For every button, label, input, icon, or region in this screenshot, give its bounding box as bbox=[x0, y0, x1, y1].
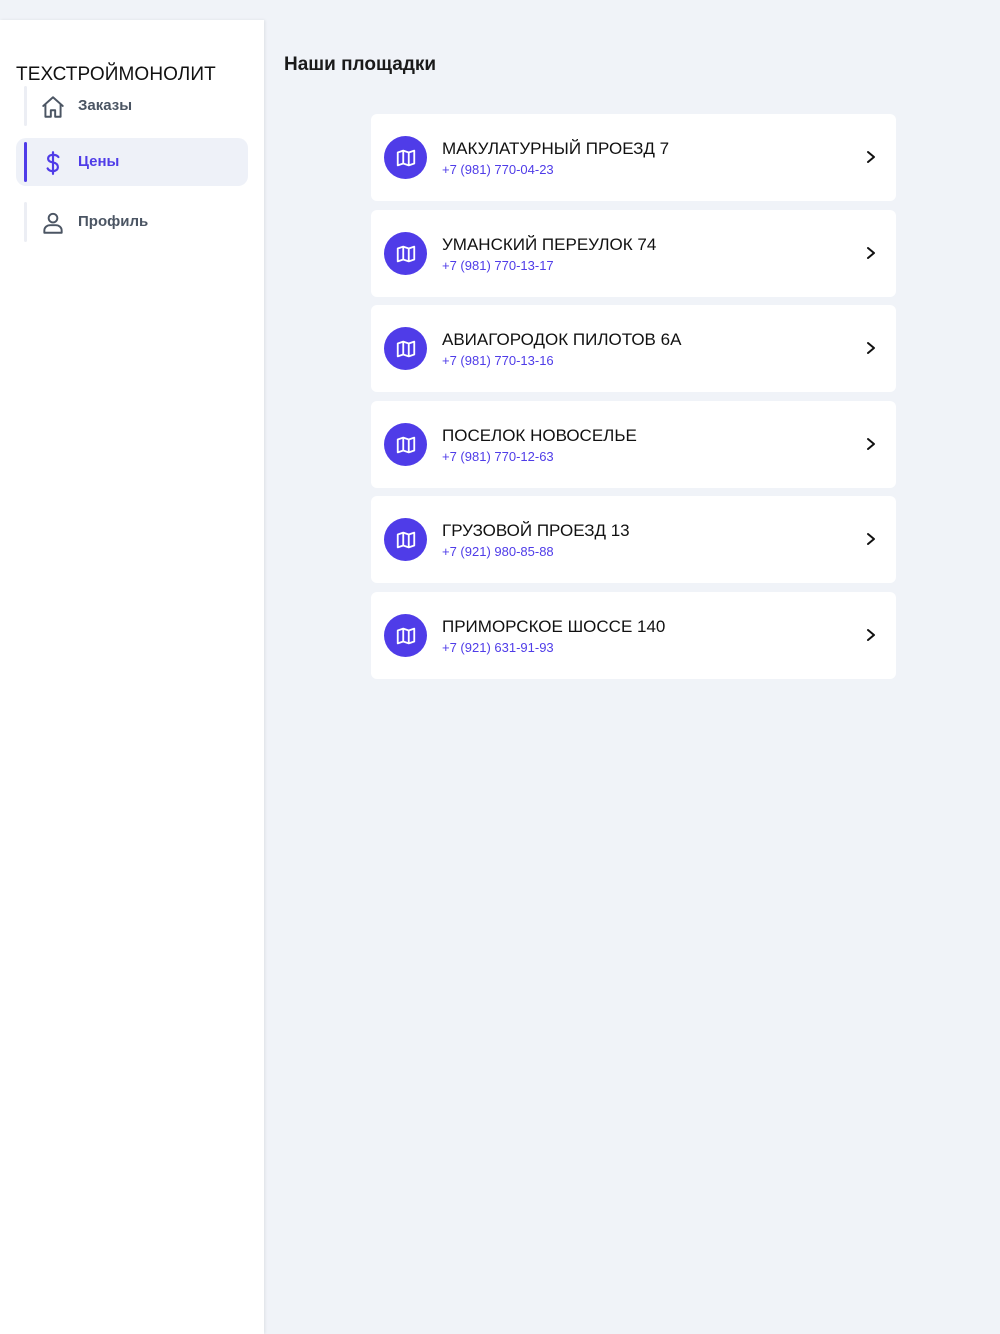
site-card[interactable]: МАКУЛАТУРНЫЙ ПРОЕЗД 7 +7 (981) 770-04-23 bbox=[371, 114, 896, 201]
chevron-right-icon bbox=[867, 629, 875, 641]
sidebar-item-label: Цены bbox=[78, 153, 120, 170]
site-phone[interactable]: +7 (981) 770-13-17 bbox=[442, 258, 554, 273]
map-icon bbox=[396, 436, 415, 453]
app: ТЕХСТРОЙМОНОЛИТ Заказы Цены Профиль Наши… bbox=[0, 0, 1000, 1334]
site-icon-circle bbox=[384, 614, 427, 657]
chevron-right-icon bbox=[867, 247, 875, 259]
page-title: Наши площадки bbox=[284, 54, 437, 75]
user-icon bbox=[43, 212, 63, 234]
site-card[interactable]: АВИАГОРОДОК ПИЛОТОВ 6А +7 (981) 770-13-1… bbox=[371, 305, 896, 392]
chevron-right-icon bbox=[867, 438, 875, 450]
chevron-right-icon bbox=[867, 533, 875, 545]
map-icon bbox=[396, 340, 415, 357]
site-name: ПРИМОРСКОЕ ШОССЕ 140 bbox=[442, 617, 666, 636]
site-name: ПОСЕЛОК НОВОСЕЛЬЕ bbox=[442, 426, 637, 445]
site-name: УМАНСКИЙ ПЕРЕУЛОК 74 bbox=[442, 235, 657, 254]
home-icon bbox=[42, 96, 64, 118]
site-card[interactable]: ПРИМОРСКОЕ ШОССЕ 140 +7 (921) 631-91-93 bbox=[371, 592, 896, 679]
site-phone[interactable]: +7 (981) 770-13-16 bbox=[442, 353, 554, 368]
chevron-right-icon bbox=[867, 151, 875, 163]
sidebar-item-profile[interactable]: Профиль bbox=[16, 198, 248, 246]
nav-indicator bbox=[24, 86, 27, 126]
sidebar-item-orders[interactable]: Заказы bbox=[16, 82, 248, 130]
site-icon-circle bbox=[384, 232, 427, 275]
sidebar-item-label: Заказы bbox=[78, 97, 133, 114]
site-card[interactable]: ГРУЗОВОЙ ПРОЕЗД 13 +7 (921) 980-85-88 bbox=[371, 496, 896, 583]
site-phone[interactable]: +7 (921) 980-85-88 bbox=[442, 544, 554, 559]
map-icon bbox=[396, 149, 415, 166]
site-name: ГРУЗОВОЙ ПРОЕЗД 13 bbox=[442, 521, 630, 540]
map-icon bbox=[396, 627, 415, 644]
site-phone[interactable]: +7 (981) 770-12-63 bbox=[442, 449, 554, 464]
sidebar: ТЕХСТРОЙМОНОЛИТ Заказы Цены Профиль bbox=[0, 20, 264, 1334]
chevron-right-icon bbox=[867, 342, 875, 354]
dollar-icon bbox=[46, 151, 60, 175]
site-icon-circle bbox=[384, 327, 427, 370]
nav-indicator bbox=[24, 202, 27, 242]
sidebar-item-prices[interactable]: Цены bbox=[16, 138, 248, 186]
site-card[interactable]: УМАНСКИЙ ПЕРЕУЛОК 74 +7 (981) 770-13-17 bbox=[371, 210, 896, 297]
map-icon bbox=[396, 245, 415, 262]
site-icon-circle bbox=[384, 136, 427, 179]
site-icon-circle bbox=[384, 518, 427, 561]
site-card[interactable]: ПОСЕЛОК НОВОСЕЛЬЕ +7 (981) 770-12-63 bbox=[371, 401, 896, 488]
map-icon bbox=[396, 531, 415, 548]
nav-indicator bbox=[24, 142, 27, 182]
site-phone[interactable]: +7 (981) 770-04-23 bbox=[442, 162, 554, 177]
site-phone[interactable]: +7 (921) 631-91-93 bbox=[442, 640, 554, 655]
site-name: МАКУЛАТУРНЫЙ ПРОЕЗД 7 bbox=[442, 139, 670, 158]
sidebar-item-label: Профиль bbox=[78, 213, 149, 230]
site-name: АВИАГОРОДОК ПИЛОТОВ 6А bbox=[442, 330, 682, 349]
site-icon-circle bbox=[384, 423, 427, 466]
